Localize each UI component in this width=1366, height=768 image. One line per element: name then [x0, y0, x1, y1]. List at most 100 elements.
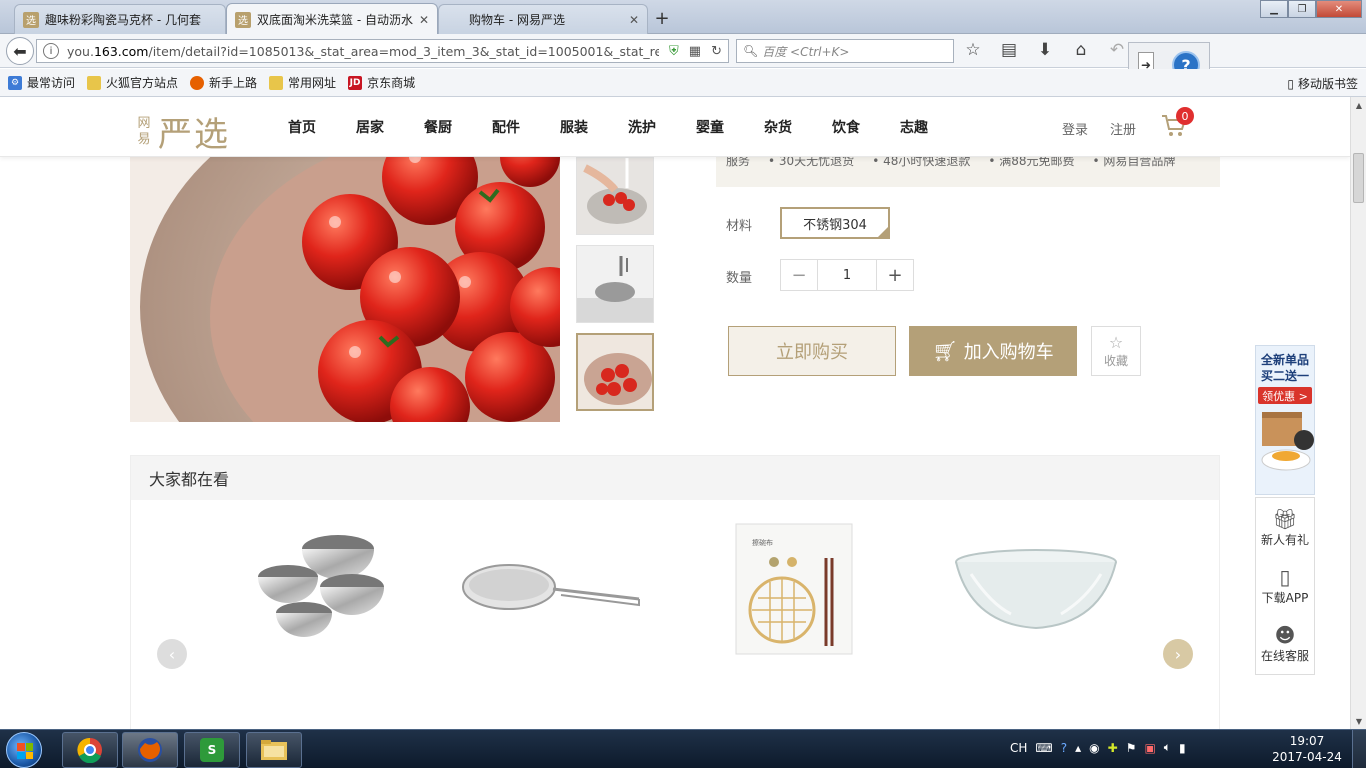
bookmark-star-icon[interactable]: ☆ [962, 40, 984, 60]
phone-icon: ▯ [1279, 564, 1291, 589]
service-item: • 48小时快速退款 [872, 157, 971, 168]
star-icon: ☆ [1108, 332, 1124, 352]
nav-item-kitchen[interactable]: 餐厨 [424, 117, 452, 137]
scroll-down-icon[interactable]: ▼ [1351, 713, 1366, 729]
thumbnail-sink[interactable] [576, 245, 654, 323]
window-close-button[interactable]: ✕ [1316, 0, 1362, 18]
bookmark-firefox-site[interactable]: 火狐官方站点 [87, 74, 178, 91]
qr-code-icon[interactable]: ▦ [689, 44, 701, 59]
carousel-next-button[interactable]: › [1163, 639, 1193, 669]
minimize-button[interactable]: ▁ [1260, 0, 1288, 18]
bookmark-jd[interactable]: JD 京东商城 [348, 74, 415, 91]
browser-tab-basket[interactable]: 选 双底面淘米洗菜篮 - 自动沥水 ✕ [226, 3, 438, 35]
nav-item-home-living[interactable]: 居家 [356, 117, 384, 137]
recommend-item-bowls[interactable] [221, 514, 421, 664]
start-button[interactable] [6, 732, 42, 768]
taskbar-app-s[interactable]: S [184, 732, 240, 768]
register-link[interactable]: 注册 [1110, 119, 1136, 138]
bookmarks-bar: ⚙ 最常访问 火狐官方站点 新手上路 常用网址 JD 京东商城 ▯ 移动版书签 [0, 69, 1366, 97]
jd-icon: JD [348, 75, 363, 90]
page-scrollbar[interactable]: ▲ ▼ [1350, 97, 1366, 729]
nav-item-personal-care[interactable]: 洗护 [628, 117, 656, 137]
main-nav: 首页 居家 餐厨 配件 服装 洗护 婴童 杂货 饮食 志趣 [288, 97, 968, 157]
new-user-gift[interactable]: 🎁︎ 新人有礼 [1256, 498, 1314, 556]
quantity-input[interactable]: 1 [817, 260, 877, 290]
browser-tab-mug[interactable]: 选 趣味粉彩陶瓷马克杯 - 几何套 [14, 4, 226, 34]
back-button[interactable]: ⬅ [6, 37, 34, 65]
recommend-item-glass-bowl[interactable] [936, 514, 1136, 664]
help-tray-icon[interactable]: ? [1061, 741, 1067, 755]
volume-icon[interactable]: 🔈︎ [1164, 740, 1171, 755]
nav-item-interests[interactable]: 志趣 [900, 117, 928, 137]
recommend-item-strainer[interactable] [451, 514, 651, 664]
nav-item-groceries[interactable]: 杂货 [764, 117, 792, 137]
download-icon[interactable]: ⬇ [1034, 40, 1056, 60]
carousel-prev-button[interactable]: ‹ [157, 639, 187, 669]
nav-item-accessories[interactable]: 配件 [492, 117, 520, 137]
address-bar[interactable]: i you.163.com/item/detail?id=1085013&_st… [36, 39, 729, 63]
add-to-cart-button[interactable]: 🛒︎ 加入购物车 [909, 326, 1077, 376]
close-tab-icon[interactable]: ✕ [629, 13, 639, 27]
search-icon: 🔍︎ [743, 44, 759, 58]
favorite-button[interactable]: ☆ 收藏 [1091, 326, 1141, 376]
shield-tray-icon[interactable]: ◉ [1089, 741, 1099, 755]
browser-tab-cart[interactable]: 购物车 - 网易严选 ✕ [438, 4, 648, 34]
network-icon[interactable]: ▣ [1144, 741, 1155, 755]
keyboard-icon[interactable]: ⌨ [1035, 741, 1052, 755]
nav-item-clothing[interactable]: 服装 [560, 117, 588, 137]
buy-now-button[interactable]: 立即购买 [728, 326, 896, 376]
scroll-up-icon[interactable]: ▲ [1351, 97, 1366, 113]
service-label: 服务 [726, 157, 751, 168]
yanxuan-favicon: 选 [235, 11, 251, 28]
undo-icon[interactable]: ↶ [1106, 40, 1128, 60]
nav-item-home[interactable]: 首页 [288, 117, 316, 137]
site-header: 网 易 严选 首页 居家 餐厨 配件 服装 洗护 婴童 杂货 饮食 志趣 登录 … [0, 97, 1350, 157]
most-visited-icon: ⚙ [8, 75, 22, 90]
bookmark-getting-started[interactable]: 新手上路 [190, 74, 257, 91]
nav-item-baby[interactable]: 婴童 [696, 117, 724, 137]
bookmark-common-sites[interactable]: 常用网址 [269, 74, 336, 91]
taskbar-firefox[interactable] [122, 732, 178, 768]
power-icon[interactable]: ▮ [1179, 741, 1186, 755]
login-link[interactable]: 登录 [1062, 119, 1088, 138]
quantity-minus-button[interactable]: − [781, 260, 817, 290]
taskbar-explorer[interactable] [246, 732, 302, 768]
recommend-title: 大家都在看 [131, 456, 1219, 500]
promo-banner[interactable]: 全新单品 买二送一 领优惠 > [1255, 345, 1315, 495]
recommend-item-dish-towel[interactable]: 擦碗布 [694, 514, 894, 664]
thumbnail-tomatoes-selected[interactable] [576, 333, 654, 411]
plus-tray-icon[interactable]: ✚ [1108, 741, 1118, 755]
new-tab-button[interactable]: + [650, 6, 674, 30]
online-service[interactable]: ☻ 在线客服 [1256, 614, 1314, 672]
yanxuan-logo[interactable]: 网 易 严选 [136, 107, 230, 156]
mobile-bookmarks[interactable]: ▯ 移动版书签 [1287, 75, 1358, 92]
flag-tray-icon[interactable]: ⚑ [1126, 741, 1137, 755]
firefox-icon [138, 738, 162, 762]
material-option-selected[interactable]: 不锈钢304 [780, 207, 890, 239]
reading-list-icon[interactable]: ▤ [998, 40, 1020, 60]
taskbar-chrome[interactable] [62, 732, 118, 768]
show-desktop-button[interactable] [1352, 730, 1366, 768]
promo-line2: 买二送一 [1260, 369, 1309, 383]
nav-item-food[interactable]: 饮食 [832, 117, 860, 137]
scroll-thumb[interactable] [1353, 153, 1364, 203]
chevron-right-icon: › [1174, 644, 1182, 664]
home-icon[interactable]: ⌂ [1070, 40, 1092, 60]
reload-icon[interactable]: ↻ [711, 44, 722, 59]
close-tab-icon[interactable]: ✕ [419, 13, 429, 27]
shield-icon[interactable]: ⛨ [669, 44, 679, 59]
app-s-icon: S [200, 738, 224, 762]
input-language[interactable]: CH [1010, 741, 1027, 755]
thumbnail-washing[interactable] [576, 157, 654, 235]
quantity-plus-button[interactable]: + [877, 260, 913, 290]
search-input[interactable]: 🔍︎ 百度 <Ctrl+K> [736, 39, 954, 63]
bookmark-most-visited[interactable]: ⚙ 最常访问 [8, 74, 75, 91]
tray-expand-icon[interactable]: ▴ [1075, 741, 1081, 755]
system-clock[interactable]: 19:07 2017-04-24 [1272, 733, 1342, 765]
cart-count-badge: 0 [1176, 107, 1194, 125]
windows-logo-icon [17, 743, 33, 759]
site-info-icon[interactable]: i [43, 43, 59, 59]
restore-button[interactable]: ❐ [1288, 0, 1316, 18]
promo-coupon-button[interactable]: 领优惠 > [1258, 387, 1312, 404]
download-app[interactable]: ▯ 下载APP [1256, 556, 1314, 614]
